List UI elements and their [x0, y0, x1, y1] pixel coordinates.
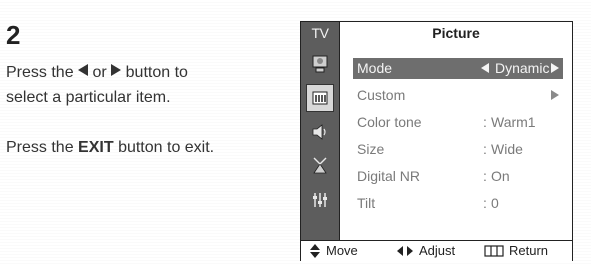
step-number: 2: [6, 20, 21, 50]
sidebar-tv-label: TV: [311, 25, 329, 41]
instruction-line-2: select a particular item.: [6, 89, 171, 106]
left-arrow-icon[interactable]: [481, 63, 489, 73]
submenu-arrow-icon: [551, 90, 559, 100]
left-right-arrow-icon: [397, 246, 413, 256]
menu-row-tilt[interactable]: Tilt : 0: [353, 193, 563, 214]
menu-row-label: Color tone: [357, 114, 422, 130]
antenna-icon[interactable]: [306, 152, 334, 180]
menu-row-label: Mode: [357, 60, 393, 76]
instruction-text: Press the: [6, 64, 74, 81]
instruction-text: Press the: [6, 139, 74, 156]
footer-return-label: Return: [509, 243, 549, 258]
right-arrow-icon[interactable]: [551, 63, 559, 73]
menu-row-colon: :: [483, 168, 487, 184]
exit-key-label: EXIT: [78, 139, 114, 156]
instruction-text: button to exit.: [118, 139, 215, 156]
menu-title: Picture: [432, 25, 480, 41]
menu-return-icon: [484, 245, 504, 257]
menu-row-size[interactable]: Size : Wide: [353, 139, 563, 160]
right-arrow-icon: [111, 64, 122, 76]
menu-row-digital-nr[interactable]: Digital NR : On: [353, 166, 563, 187]
menu-row-label: Digital NR: [357, 168, 421, 184]
footer-return: Return: [484, 241, 548, 261]
menu-sidebar: TV: [301, 22, 340, 240]
instruction-line-1: Press the or button to: [6, 60, 188, 85]
menu-row-label: Custom: [357, 87, 406, 103]
menu-row-color-tone[interactable]: Color tone : Warm1: [353, 112, 563, 133]
footer-move-label: Move: [326, 243, 358, 258]
menu-row-value: Warm1: [491, 114, 536, 130]
footer-adjust-label: Adjust: [419, 243, 456, 258]
left-arrow-icon: [78, 64, 89, 76]
footer-move: Move: [309, 241, 358, 261]
menu-row-colon: :: [483, 114, 487, 130]
sound-icon[interactable]: [306, 84, 334, 112]
picture-icon[interactable]: [306, 50, 334, 78]
menu-row-custom[interactable]: Custom: [353, 85, 563, 106]
menu-row-label: Tilt: [357, 195, 376, 211]
menu-row-value: Wide: [491, 141, 523, 157]
instruction-text: or: [92, 64, 107, 81]
setup-icon[interactable]: [306, 186, 334, 214]
menu-row-value: On: [491, 168, 510, 184]
menu-row-colon: :: [483, 195, 487, 211]
menu-footer: Move Adjust Return: [301, 240, 572, 261]
menu-row-label: Size: [357, 141, 385, 157]
menu-row-colon: :: [483, 141, 487, 157]
menu-row-value: Dynamic: [495, 60, 550, 76]
up-down-arrow-icon: [310, 244, 320, 258]
menu-row-value: 0: [491, 195, 499, 211]
speaker-icon[interactable]: [306, 118, 334, 146]
menu-row-mode[interactable]: Mode Dynamic: [353, 58, 563, 79]
instruction-text: button to: [125, 64, 188, 81]
instruction-line-3: Press the EXIT button to exit.: [6, 135, 214, 160]
picture-menu-panel: TV Picture Mode Dynamic Custom Color ton…: [300, 21, 573, 261]
footer-adjust: Adjust: [396, 241, 455, 261]
